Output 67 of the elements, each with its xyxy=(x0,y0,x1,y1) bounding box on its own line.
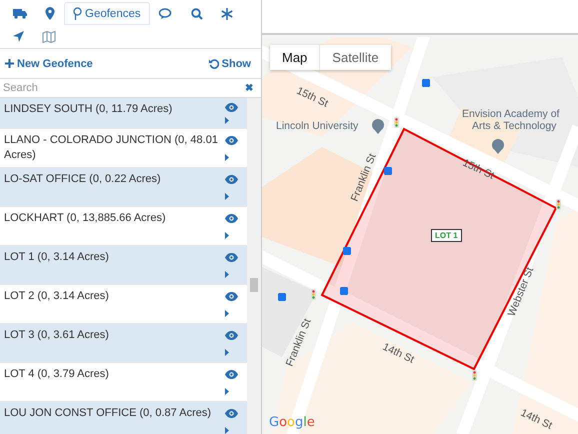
street-label: 14th St xyxy=(380,340,416,366)
eye-icon[interactable] xyxy=(225,370,238,378)
map-icon xyxy=(42,30,56,42)
show-button[interactable]: Show xyxy=(206,56,253,72)
chat-icon xyxy=(158,8,173,20)
clear-search-button[interactable]: ✖ xyxy=(237,82,261,94)
traffic-light-icon xyxy=(394,117,399,128)
navigation-arrow-icon xyxy=(13,31,24,42)
eye-icon[interactable] xyxy=(225,214,238,222)
caret-icon[interactable] xyxy=(225,426,229,434)
geofence-name: LOCKHART (0, 13,885.66 Acres) xyxy=(4,211,166,226)
map-type-button[interactable]: Satellite xyxy=(320,45,391,70)
google-logo: Google xyxy=(269,415,315,430)
caret-icon[interactable] xyxy=(225,232,229,238)
caret-icon[interactable] xyxy=(225,192,229,200)
caret-icon[interactable] xyxy=(225,310,229,316)
map-type-button[interactable]: Map xyxy=(270,45,320,70)
geofence-list-item[interactable]: LINDSEY SOUTH (0, 11.79 Acres) xyxy=(0,98,247,129)
geofence-name: LOT 3 (0, 3.61 Acres) xyxy=(4,328,109,343)
street-label: 15th St xyxy=(460,156,496,182)
caret-icon[interactable] xyxy=(225,116,229,124)
bus-stop-icon xyxy=(422,79,430,87)
street-label: 15th St xyxy=(294,84,330,110)
place-label: Lincoln University xyxy=(276,120,358,132)
snowflake-icon xyxy=(220,8,233,20)
bus-stop-icon xyxy=(384,167,392,175)
geofence-name: LINDSEY SOUTH (0, 11.79 Acres) xyxy=(4,102,172,117)
pin-icon xyxy=(45,7,55,20)
eye-icon[interactable] xyxy=(225,292,238,300)
caret-icon[interactable] xyxy=(225,388,229,394)
search-icon xyxy=(190,8,203,20)
geofence-name: LOT 1 (0, 3.14 Acres) xyxy=(4,250,109,265)
geofence-list-item[interactable]: LOT 1 (0, 3.14 Acres) xyxy=(0,246,247,285)
eye-icon[interactable] xyxy=(225,408,238,418)
eye-icon[interactable] xyxy=(225,174,238,184)
new-geofence-button[interactable]: New Geofence xyxy=(3,56,95,72)
caret-icon[interactable] xyxy=(225,348,229,356)
plus-icon xyxy=(5,59,14,68)
geofence-name: LOT 2 (0, 3.14 Acres) xyxy=(4,289,109,304)
refresh-icon xyxy=(208,58,219,68)
geofences-tab[interactable]: Geofences xyxy=(64,2,150,25)
caret-icon[interactable] xyxy=(225,154,229,160)
eye-icon[interactable] xyxy=(225,330,238,340)
eye-icon[interactable] xyxy=(225,136,238,144)
scrollbar[interactable] xyxy=(247,98,261,434)
traffic-light-icon xyxy=(556,199,561,210)
place-label: Arts & Technology xyxy=(472,120,556,132)
geofence-name: LOU JON CONST OFFICE (0, 0.87 Acres) xyxy=(4,406,212,421)
geofence-name: LO-SAT OFFICE (0, 0.22 Acres) xyxy=(4,172,161,187)
geofence-list-item[interactable]: LOU JON CONST OFFICE (0, 0.87 Acres) xyxy=(0,402,247,434)
bus-stop-icon xyxy=(278,293,286,301)
bus-stop-icon xyxy=(340,287,348,295)
street-label: 14th St xyxy=(518,406,554,432)
traffic-light-icon xyxy=(311,289,316,300)
bus-stop-icon xyxy=(343,247,351,255)
geofence-name: LOT 4 (0, 3.79 Acres) xyxy=(4,367,109,382)
truck-icon xyxy=(13,8,27,19)
eye-icon[interactable] xyxy=(225,102,238,112)
geofence-list-item[interactable]: LOT 3 (0, 3.61 Acres) xyxy=(0,324,247,363)
geofence-name: LLANO - COLORADO JUNCTION (0, 48.01 Acres) xyxy=(4,133,219,163)
geofence-pin-icon xyxy=(73,7,82,20)
geofence-list-item[interactable]: LO-SAT OFFICE (0, 0.22 Acres) xyxy=(0,168,247,207)
place-label: Envision Academy of xyxy=(462,108,560,120)
caret-icon[interactable] xyxy=(225,270,229,278)
traffic-light-icon xyxy=(472,370,477,381)
geofence-label: LOT 1 xyxy=(431,229,462,242)
eye-icon[interactable] xyxy=(225,252,238,262)
